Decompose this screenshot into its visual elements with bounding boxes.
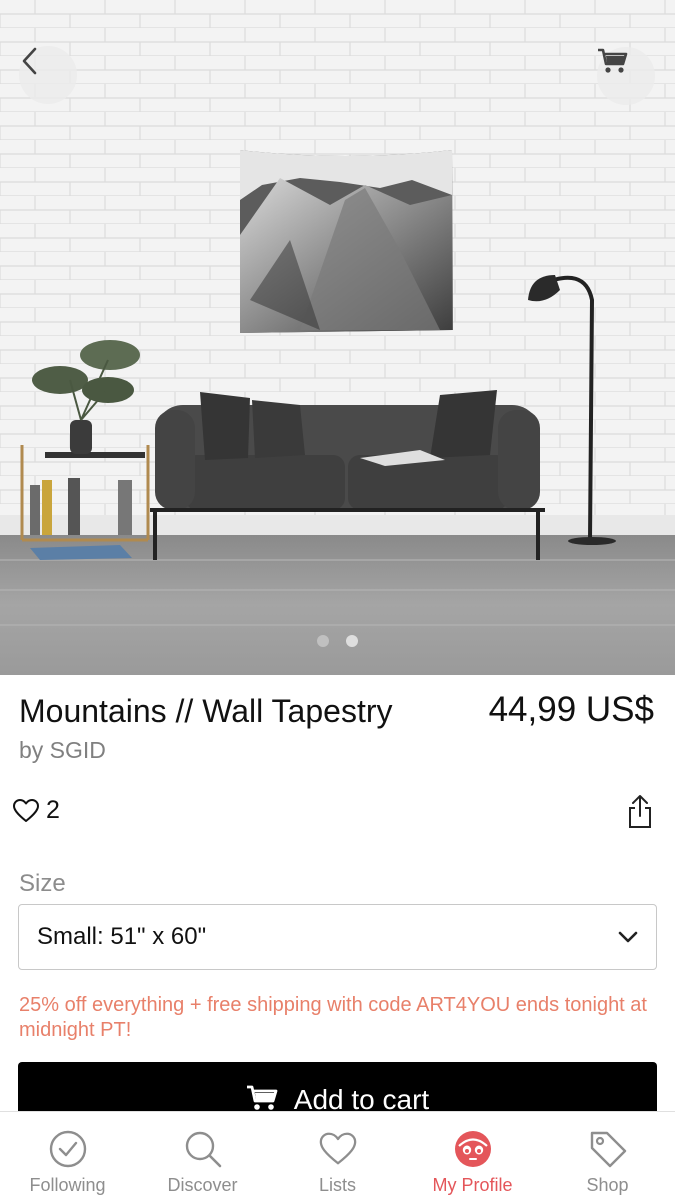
likes-count: 2 — [46, 796, 60, 824]
product-image-gallery[interactable] — [0, 0, 675, 675]
bottom-tab-bar: Following Discover Lists My Profile Shop — [0, 1111, 675, 1200]
tab-discover[interactable]: Discover — [135, 1112, 270, 1200]
product-price: 44,99 US$ — [488, 690, 654, 729]
tab-label: Shop — [586, 1175, 629, 1195]
promo-banner: 25% off everything + free shipping with … — [19, 994, 647, 1041]
share-icon — [629, 795, 651, 828]
tab-following[interactable]: Following — [0, 1112, 135, 1200]
heart-icon — [13, 798, 39, 822]
size-label: Size — [19, 870, 66, 897]
tab-shop[interactable]: Shop — [540, 1112, 675, 1200]
back-button[interactable] — [19, 46, 77, 104]
search-icon — [185, 1131, 221, 1168]
page-dot[interactable] — [317, 635, 329, 647]
tab-label: Lists — [318, 1175, 356, 1195]
tag-icon — [590, 1131, 626, 1168]
tab-lists[interactable]: Lists — [270, 1112, 405, 1200]
page-dot-active[interactable] — [346, 635, 358, 647]
tab-label: Following — [29, 1175, 106, 1195]
profile-face-icon — [454, 1131, 491, 1167]
size-dropdown[interactable]: Small: 51" x 60" — [18, 904, 657, 970]
artist-link[interactable]: by SGID — [19, 737, 106, 764]
gallery-page-indicator[interactable] — [0, 635, 675, 647]
size-selected-value: Small: 51" x 60" — [37, 923, 207, 950]
cart-icon — [598, 48, 628, 73]
chevron-left-icon — [22, 47, 37, 75]
like-button[interactable]: 2 — [12, 796, 60, 825]
share-button[interactable] — [624, 794, 656, 830]
product-title: Mountains // Wall Tapestry — [19, 693, 393, 729]
tab-label: My Profile — [432, 1175, 513, 1195]
chevron-down-icon — [618, 931, 638, 943]
check-circle-icon — [49, 1130, 86, 1168]
heart-icon — [319, 1132, 356, 1165]
cart-button[interactable] — [597, 47, 655, 105]
product-photo — [0, 0, 675, 675]
tab-label: Discover — [167, 1175, 238, 1195]
cart-icon — [246, 1085, 278, 1110]
tab-my-profile[interactable]: My Profile — [405, 1112, 540, 1200]
